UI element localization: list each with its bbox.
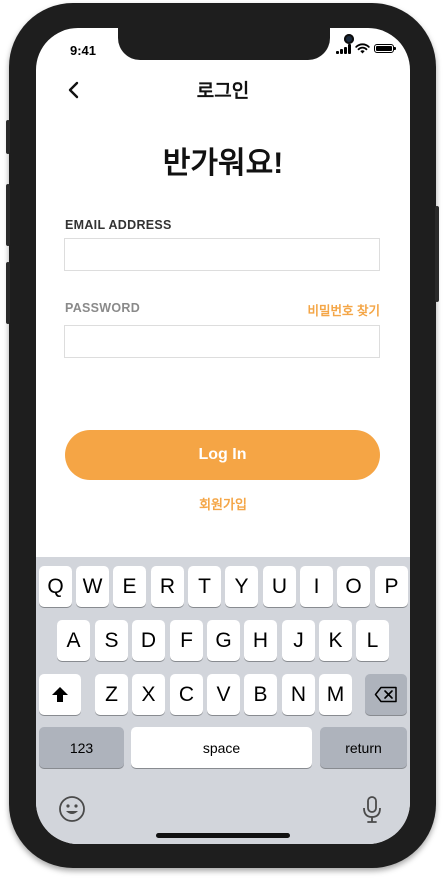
key-i[interactable]: I: [300, 566, 333, 607]
volume-up-button: [6, 184, 10, 246]
keyboard: Q W E R T Y U I O P A S D F G H J K L Z …: [36, 557, 410, 844]
key-q[interactable]: Q: [39, 566, 72, 607]
key-l[interactable]: L: [356, 620, 389, 661]
key-g[interactable]: G: [207, 620, 240, 661]
backspace-key[interactable]: [365, 674, 407, 715]
phone-screen: 9:41 로그인 반가워요! EMAIL ADDRESS PASSWORD 비밀…: [36, 28, 410, 844]
key-a[interactable]: A: [57, 620, 90, 661]
status-icons: [336, 43, 396, 54]
key-t[interactable]: T: [188, 566, 221, 607]
key-x[interactable]: X: [132, 674, 165, 715]
backspace-icon: [374, 686, 397, 703]
key-p[interactable]: P: [375, 566, 408, 607]
key-z[interactable]: Z: [95, 674, 128, 715]
page-title: 로그인: [196, 81, 250, 102]
key-k[interactable]: K: [319, 620, 352, 661]
key-b[interactable]: B: [244, 674, 277, 715]
power-button: [435, 206, 439, 302]
key-h[interactable]: H: [244, 620, 277, 661]
key-j[interactable]: J: [282, 620, 315, 661]
key-y[interactable]: Y: [225, 566, 258, 607]
email-input[interactable]: [64, 238, 380, 271]
key-w[interactable]: W: [76, 566, 109, 607]
key-s[interactable]: S: [95, 620, 128, 661]
password-input[interactable]: [64, 325, 380, 358]
welcome-heading: 반가워요!: [162, 147, 284, 180]
key-c[interactable]: C: [170, 674, 203, 715]
notch: [118, 28, 354, 60]
home-indicator[interactable]: [156, 833, 290, 838]
email-label: EMAIL ADDRESS: [65, 218, 172, 232]
key-d[interactable]: D: [132, 620, 165, 661]
shift-icon: [52, 687, 68, 702]
space-key[interactable]: space: [131, 727, 312, 768]
key-v[interactable]: V: [207, 674, 240, 715]
shift-key[interactable]: [39, 674, 81, 715]
key-f[interactable]: F: [170, 620, 203, 661]
status-time: 9:41: [70, 43, 97, 58]
forgot-password-link[interactable]: 비밀번호 찾기: [308, 300, 380, 319]
wifi-icon: [355, 43, 370, 54]
key-e[interactable]: E: [113, 566, 146, 607]
volume-down-button: [6, 262, 10, 324]
cellular-signal-icon: [336, 43, 351, 54]
key-n[interactable]: N: [282, 674, 315, 715]
microphone-icon[interactable]: [361, 795, 383, 825]
key-r[interactable]: R: [151, 566, 184, 607]
return-key[interactable]: return: [320, 727, 407, 768]
emoji-icon[interactable]: [58, 795, 86, 823]
key-m[interactable]: M: [319, 674, 352, 715]
numbers-key[interactable]: 123: [39, 727, 124, 768]
mute-switch: [6, 120, 10, 154]
battery-icon: [374, 44, 396, 53]
key-u[interactable]: U: [263, 566, 296, 607]
login-button[interactable]: Log In: [65, 430, 380, 480]
password-label: PASSWORD: [65, 301, 141, 315]
signup-link[interactable]: 회원가입: [36, 494, 410, 513]
key-o[interactable]: O: [337, 566, 370, 607]
